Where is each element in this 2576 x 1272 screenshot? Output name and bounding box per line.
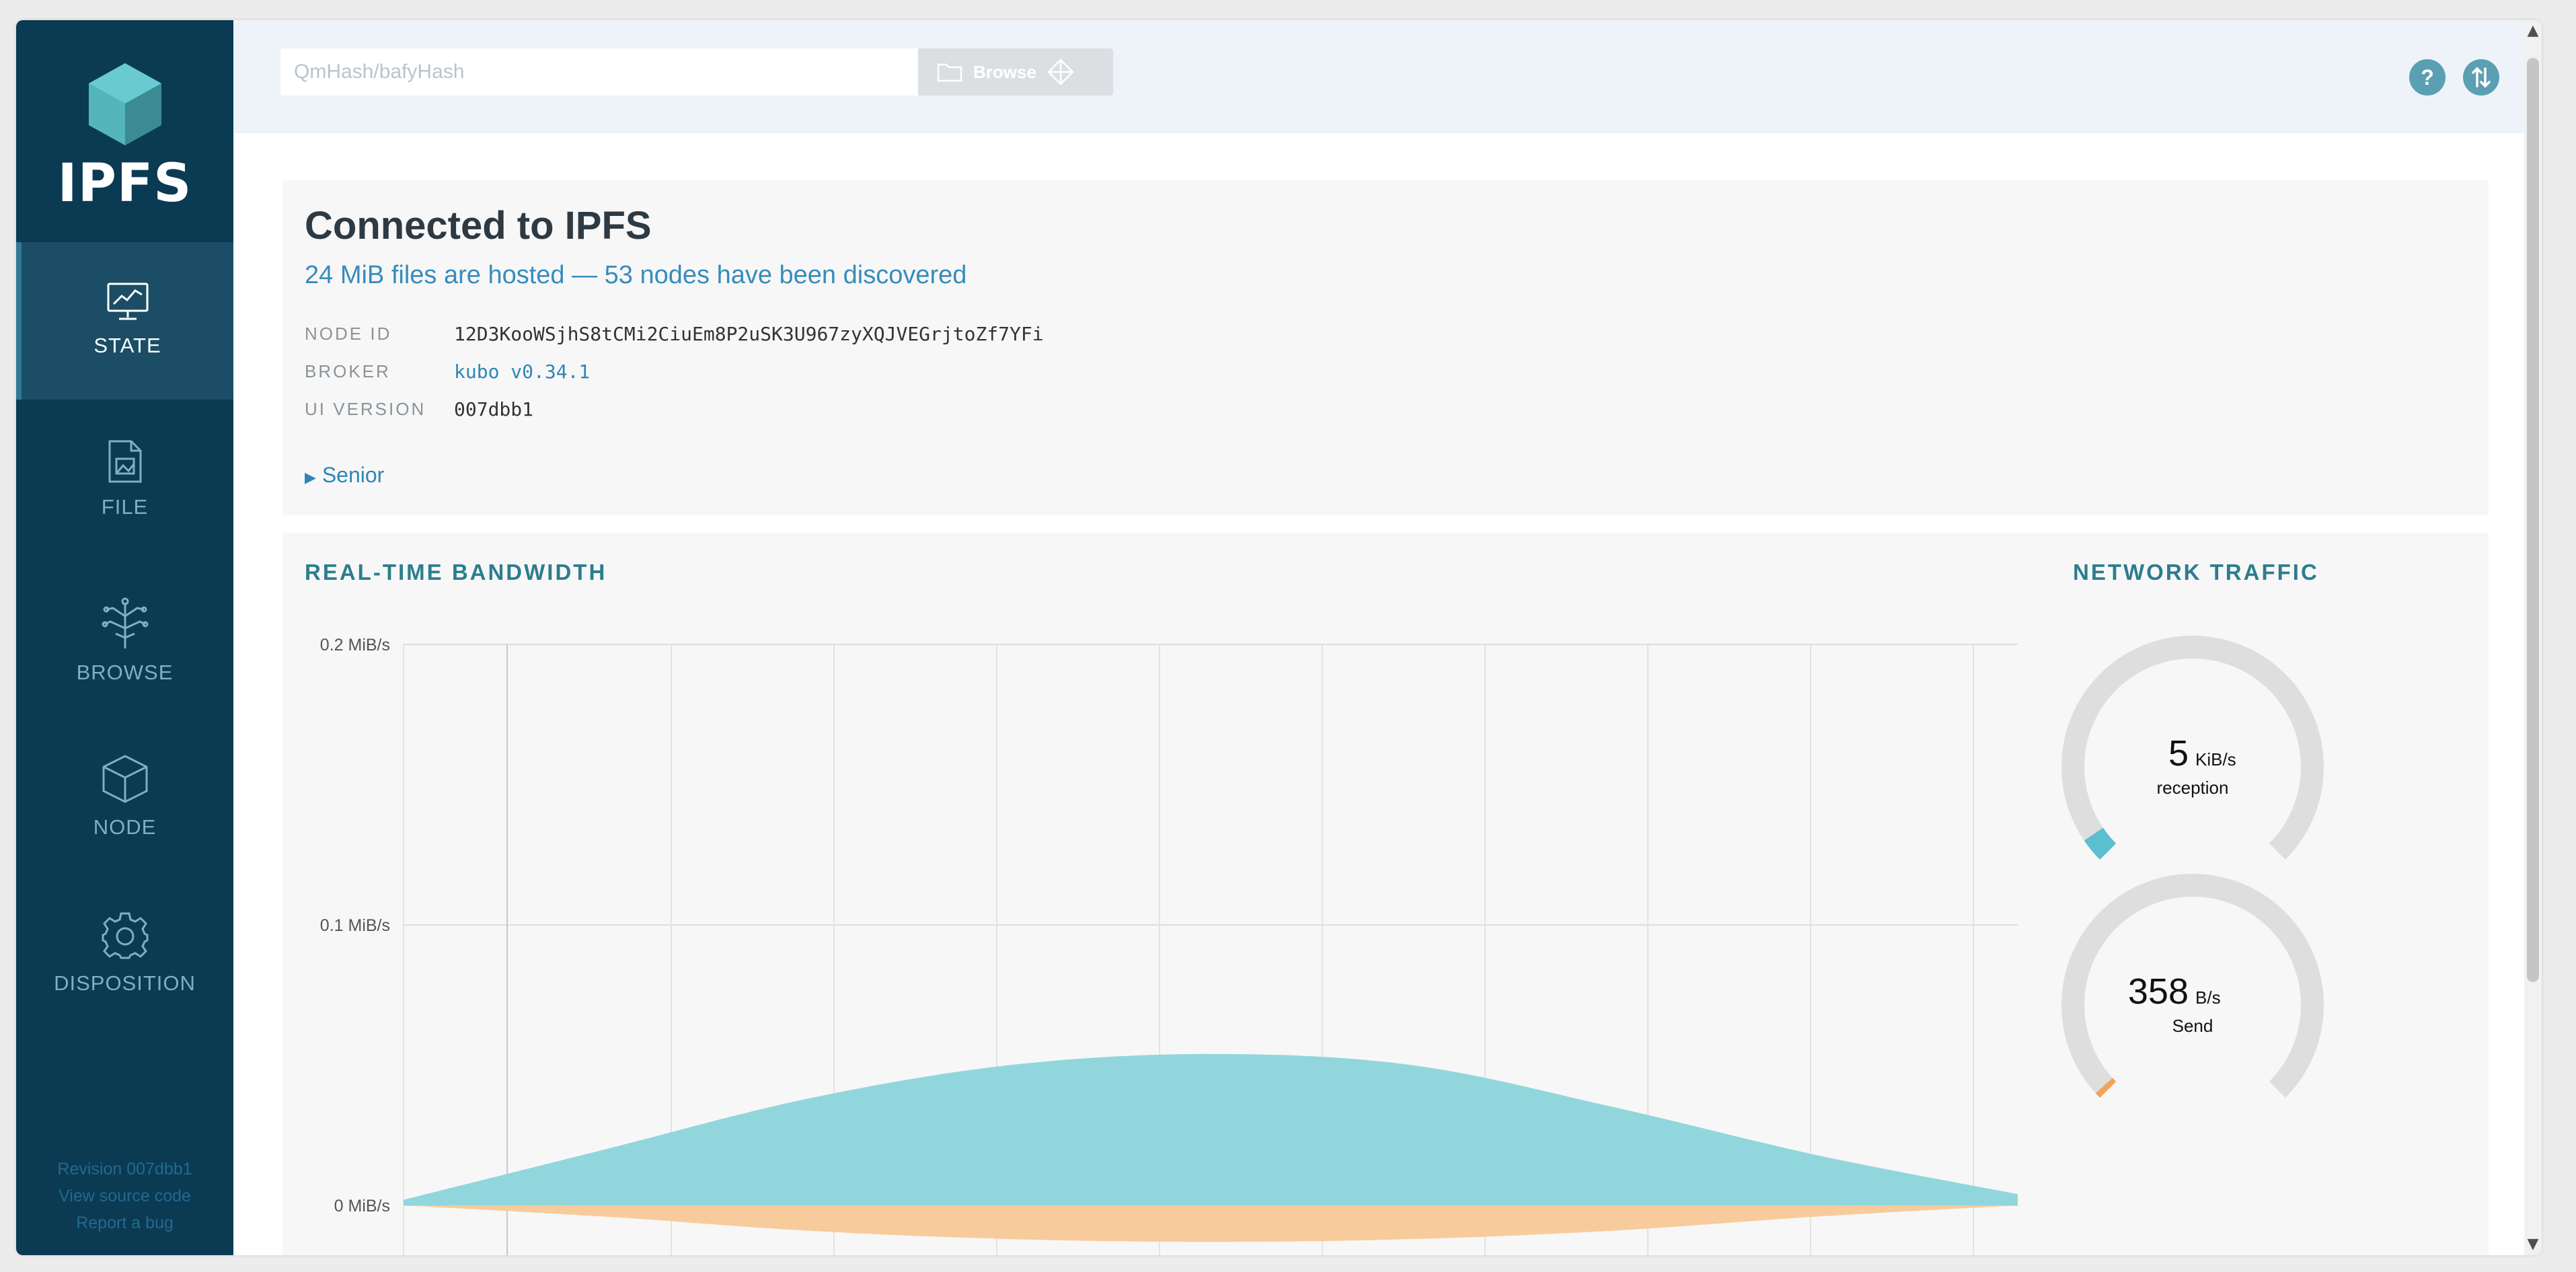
revision-link[interactable]: Revision 007dbb1 — [16, 1156, 233, 1183]
broker-label: BROKER — [305, 361, 391, 381]
chart-area-incoming — [404, 1053, 2018, 1205]
y-tick-label: 0 MiB/s — [334, 1197, 390, 1215]
broker-version-link[interactable]: kubo v0.34.1 — [454, 361, 590, 383]
sidebar-item-disposition[interactable]: DISPOSITION — [16, 872, 233, 1029]
browse-button[interactable]: Browse — [918, 48, 1113, 96]
tree-network-icon — [102, 597, 148, 648]
sidebar-item-browse[interactable]: BROWSE — [16, 557, 233, 714]
svg-text:?: ? — [2421, 65, 2434, 89]
hash-search-input[interactable] — [280, 48, 918, 96]
node-id-label: NODE ID — [305, 323, 392, 344]
sidebar-item-node[interactable]: NODE — [16, 714, 233, 872]
bandwidth-chart: 0.2 MiB/s 0.1 MiB/s 0 MiB/s — [320, 636, 2018, 1255]
sidebar-item-label: STATE — [93, 334, 161, 357]
scroll-up-icon[interactable]: ▲ — [2526, 23, 2540, 39]
ipfs-logo[interactable]: IPFS — [16, 61, 233, 214]
cube-icon — [102, 755, 147, 803]
broker-row: BROKER kubo v0.34.1 — [305, 358, 590, 385]
page-title: Connected to IPFS — [305, 204, 652, 248]
bandwidth-panel: REAL-TIME BANDWIDTH NETWORK TRAFFIC 0.2 … — [282, 533, 2489, 1255]
view-source-link[interactable]: View source code — [16, 1183, 233, 1209]
ui-version-label: UI VERSION — [305, 398, 426, 419]
y-tick-label: 0.2 MiB/s — [320, 636, 390, 654]
main-content: Connected to IPFS 24 MiB files are hoste… — [233, 133, 2542, 1255]
scroll-thumb[interactable] — [2527, 58, 2539, 982]
sidebar-item-file[interactable]: FILE — [16, 400, 233, 557]
ipfs-cube-outline-icon — [1047, 59, 1074, 85]
app-window: IPFS STATE FILE BROWSE NODE DISPOSITION … — [16, 20, 2542, 1255]
gauge-track — [2061, 636, 2324, 860]
sidebar-item-label: BROWSE — [76, 661, 174, 684]
vertical-scrollbar[interactable]: ▲ ▼ — [2524, 20, 2542, 1255]
document-icon — [108, 440, 141, 483]
folder-icon — [937, 63, 962, 82]
advanced-toggle-label: Senior — [321, 463, 385, 487]
transfer-arrows-icon[interactable] — [2463, 59, 2499, 96]
y-tick-label: 0.1 MiB/s — [320, 916, 390, 935]
gauge-track — [2061, 874, 2324, 1098]
caret-right-icon: ▶ — [305, 469, 316, 486]
sidebar-footer: Revision 007dbb1 View source code Report… — [16, 1156, 233, 1236]
gear-icon — [102, 912, 148, 959]
top-bar: Browse ? — [233, 20, 2542, 133]
logo-text: IPFS — [57, 153, 192, 214]
gauge-value: 5 — [2168, 733, 2189, 774]
scroll-down-icon[interactable]: ▼ — [2526, 1236, 2540, 1252]
node-id-value: 12D3KooWSjhS8tCMi2CiuEm8P2uSK3U967zyXQJV… — [454, 322, 1044, 345]
sidebar-item-state[interactable]: STATE — [16, 242, 233, 400]
sidebar: IPFS STATE FILE BROWSE NODE DISPOSITION … — [16, 20, 233, 1255]
gauge-value: 358 — [2128, 971, 2189, 1012]
sidebar-item-label: FILE — [101, 495, 149, 519]
chart-area-outgoing — [404, 1205, 2018, 1242]
browse-label: Browse — [973, 61, 1036, 82]
gauge-value-arc — [2084, 827, 2117, 860]
ipfs-cube-logo-icon — [88, 63, 161, 145]
ui-version-row: UI VERSION 007dbb1 — [305, 396, 533, 422]
sidebar-item-label: DISPOSITION — [54, 971, 196, 995]
gauge-label: reception — [2157, 778, 2229, 798]
monitor-chart-icon — [107, 283, 148, 320]
gauge-unit: B/s — [2195, 987, 2221, 1008]
gauge-label: Send — [2172, 1016, 2213, 1036]
status-summary[interactable]: 24 MiB files are hosted — 53 nodes have … — [305, 261, 967, 290]
ui-version-value: 007dbb1 — [454, 398, 534, 420]
node-id-row: NODE ID 12D3KooWSjhS8tCMi2CiuEm8P2uSK3U9… — [305, 320, 1044, 347]
network-traffic-gauges: 5 KiB/s reception 358 B/s Send — [2061, 636, 2324, 1098]
sidebar-item-label: NODE — [93, 815, 157, 839]
advanced-toggle[interactable]: ▶ Senior — [305, 463, 384, 488]
help-icon[interactable]: ? — [2409, 59, 2446, 96]
gauge-unit: KiB/s — [2195, 749, 2236, 770]
gauge-value-arc — [2095, 1078, 2117, 1098]
report-bug-link[interactable]: Report a bug — [16, 1209, 233, 1236]
status-panel: Connected to IPFS 24 MiB files are hoste… — [282, 180, 2489, 515]
